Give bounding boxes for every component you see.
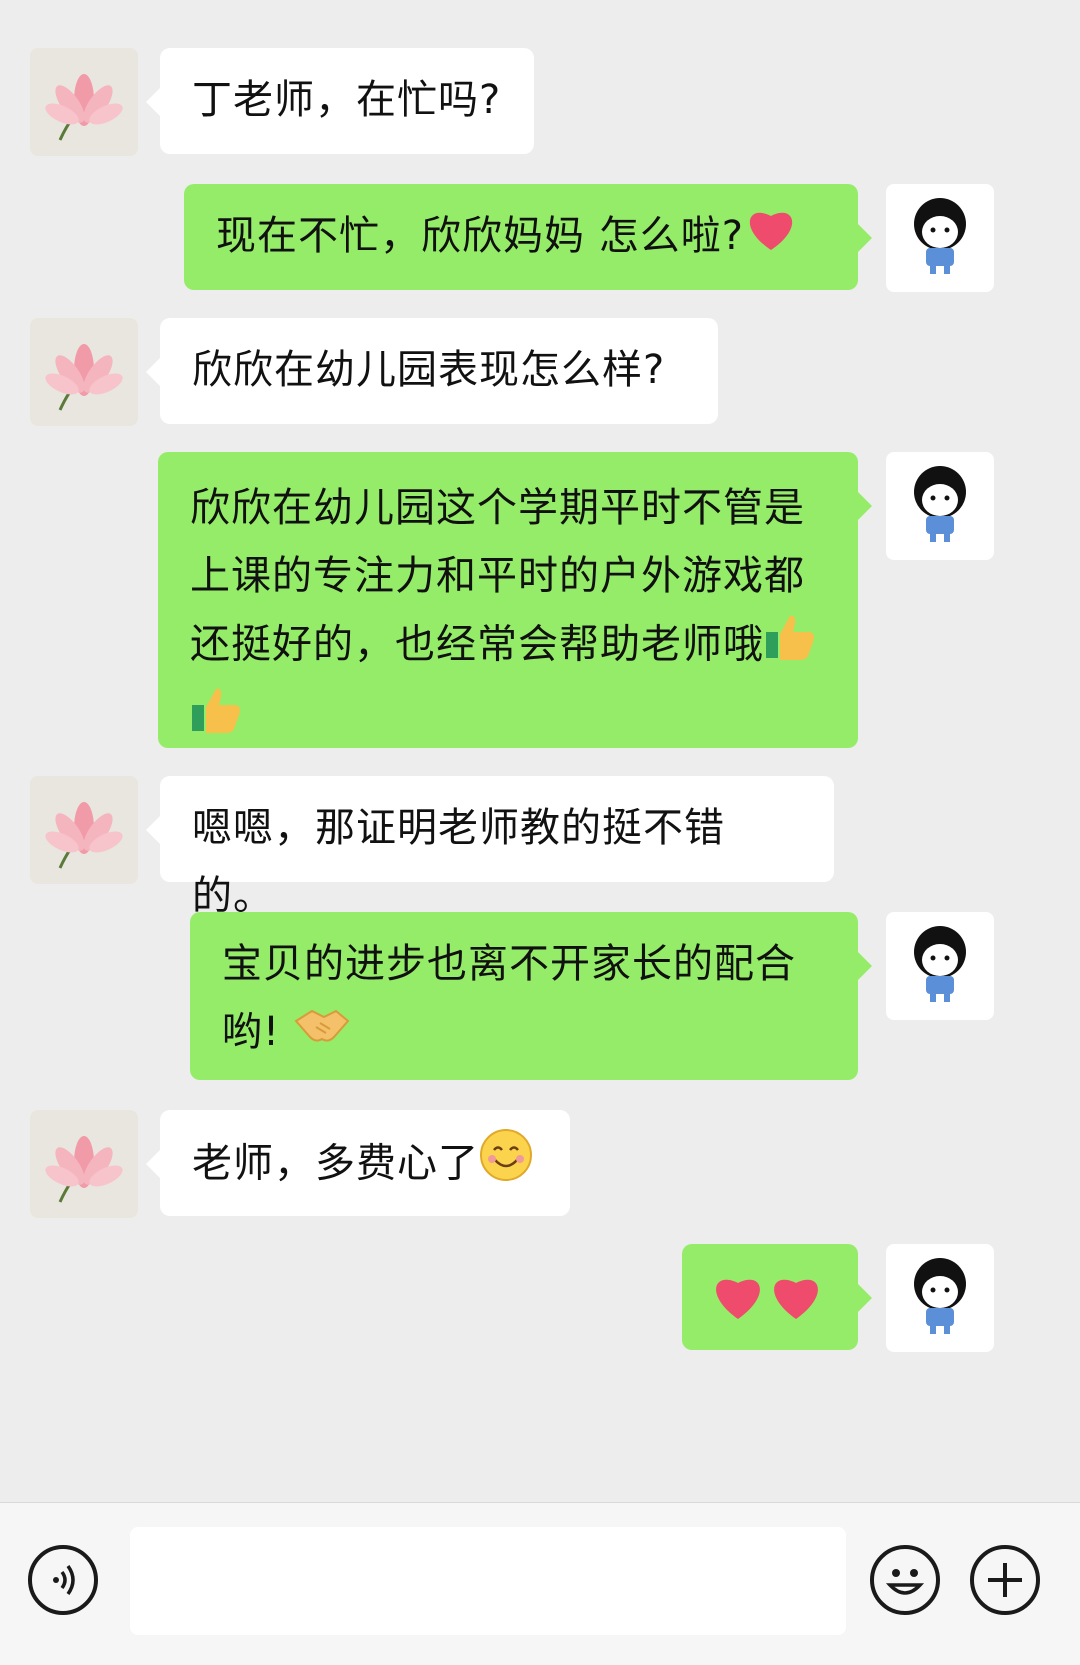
- message-text: 现在不忙，欣欣妈妈 怎么啦?: [216, 213, 744, 259]
- handshake-icon: [294, 1000, 350, 1068]
- voice-icon[interactable]: [28, 1545, 98, 1615]
- contact-avatar[interactable]: [30, 48, 138, 156]
- cartoon-kid-icon: [914, 1258, 966, 1334]
- contact-avatar[interactable]: [30, 776, 138, 884]
- lotus-icon: [45, 1136, 123, 1203]
- message-text: 嗯嗯，那证明老师教的挺不错的。: [192, 805, 725, 919]
- message-line: 还挺好的，也经常会帮助老师哦: [190, 621, 764, 668]
- user-avatar[interactable]: [886, 184, 994, 292]
- user-avatar[interactable]: [886, 1244, 994, 1352]
- message-input[interactable]: [130, 1527, 846, 1635]
- message-line: 宝贝的进步也离不开家长的配合: [222, 941, 796, 987]
- contact-avatar[interactable]: [30, 318, 138, 426]
- smile-icon: [479, 1128, 533, 1203]
- cartoon-kid-icon: [914, 198, 966, 274]
- two-hearts-icon: [710, 1271, 826, 1342]
- input-bar: [0, 1502, 1080, 1665]
- chat-area[interactable]: 丁老师，在忙吗? 现在不忙，欣欣妈妈 怎么啦? 欣欣在幼儿园表现怎么样? 欣欣在…: [0, 0, 1080, 1500]
- message-text: 丁老师，在忙吗?: [192, 77, 502, 123]
- cartoon-kid-icon: [914, 926, 966, 1002]
- message-text: 老师，多费心了: [192, 1140, 479, 1187]
- lotus-icon: [45, 74, 123, 141]
- contact-avatar[interactable]: [30, 1110, 138, 1218]
- message-bubble[interactable]: 欣欣在幼儿园这个学期平时不管是 上课的专注力和平时的户外游戏都 还挺好的，也经常…: [158, 452, 872, 748]
- message-bubble[interactable]: 现在不忙，欣欣妈妈 怎么啦?: [184, 184, 872, 290]
- thumbs-up-icon: [764, 610, 816, 683]
- user-avatar[interactable]: [886, 912, 994, 1020]
- message-bubble[interactable]: 宝贝的进步也离不开家长的配合 哟!: [190, 912, 872, 1080]
- emoji-icon[interactable]: [870, 1545, 940, 1615]
- message-line: 哟!: [222, 1009, 281, 1055]
- cartoon-kid-icon: [914, 466, 966, 542]
- message-text: 欣欣在幼儿园表现怎么样?: [192, 347, 666, 393]
- message-bubble[interactable]: 嗯嗯，那证明老师教的挺不错的。: [146, 776, 834, 919]
- message-bubble[interactable]: 欣欣在幼儿园表现怎么样?: [146, 318, 718, 424]
- plus-icon[interactable]: [970, 1545, 1040, 1615]
- lotus-icon: [45, 344, 123, 411]
- user-avatar[interactable]: [886, 452, 994, 560]
- message-bubble[interactable]: 老师，多费心了: [146, 1110, 570, 1216]
- message-bubble[interactable]: [682, 1244, 872, 1350]
- lotus-icon: [45, 802, 123, 869]
- message-line: 上课的专注力和平时的户外游戏都: [190, 553, 805, 599]
- thumbs-up-icon: [190, 683, 242, 756]
- heart-icon: [744, 204, 798, 273]
- message-line: 欣欣在幼儿园这个学期平时不管是: [190, 485, 805, 531]
- message-bubble[interactable]: 丁老师，在忙吗?: [146, 48, 534, 154]
